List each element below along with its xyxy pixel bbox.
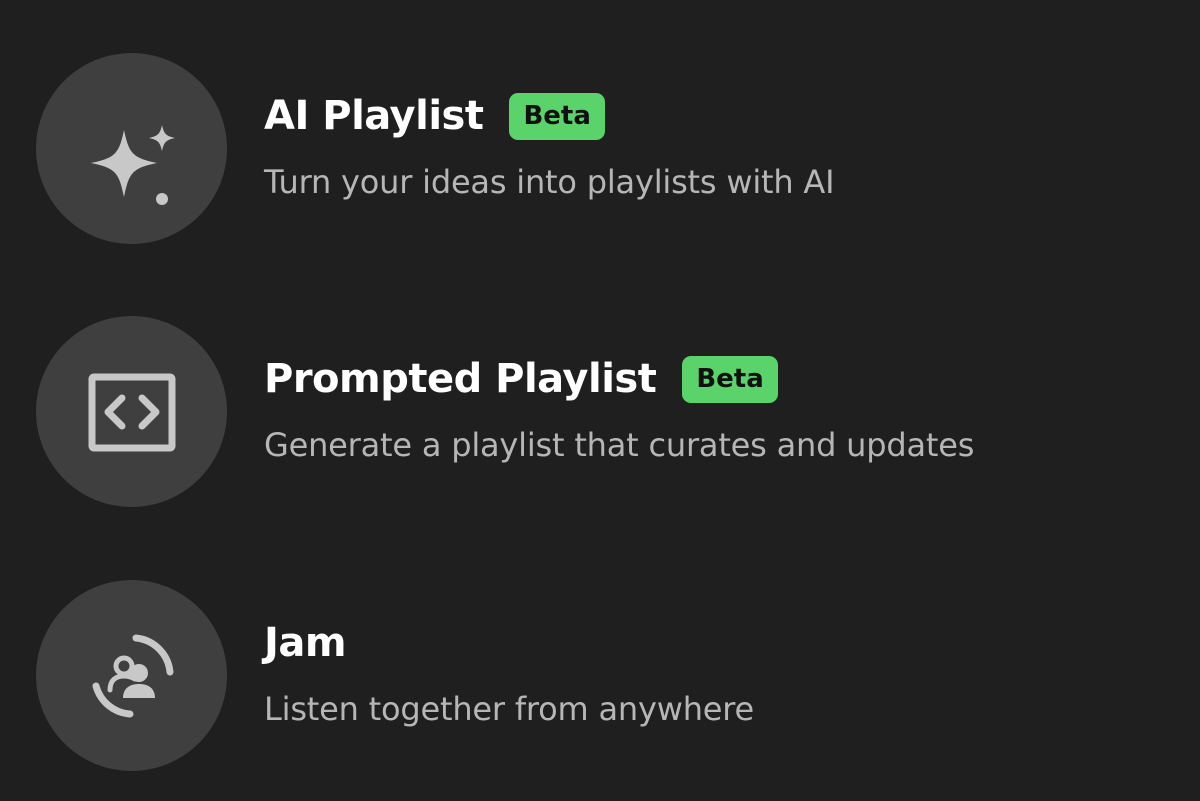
jam-people-icon [36,580,227,771]
menu-item-jam[interactable]: Jam Listen together from anywhere [0,560,1200,790]
item-description: Turn your ideas into playlists with AI [264,163,835,201]
sparkle-icon [36,53,227,244]
item-title: Jam [264,620,347,666]
item-description: Generate a playlist that curates and upd… [264,426,975,464]
item-description: Listen together from anywhere [264,690,754,728]
beta-badge: Beta [509,92,605,140]
code-brackets-icon [36,316,227,507]
menu-item-ai-playlist[interactable]: AI Playlist Beta Turn your ideas into pl… [0,33,1200,263]
menu-item-prompted-playlist[interactable]: Prompted Playlist Beta Generate a playli… [0,296,1200,526]
item-title: Prompted Playlist [264,356,657,402]
beta-badge: Beta [682,355,778,403]
item-title: AI Playlist [264,93,484,139]
